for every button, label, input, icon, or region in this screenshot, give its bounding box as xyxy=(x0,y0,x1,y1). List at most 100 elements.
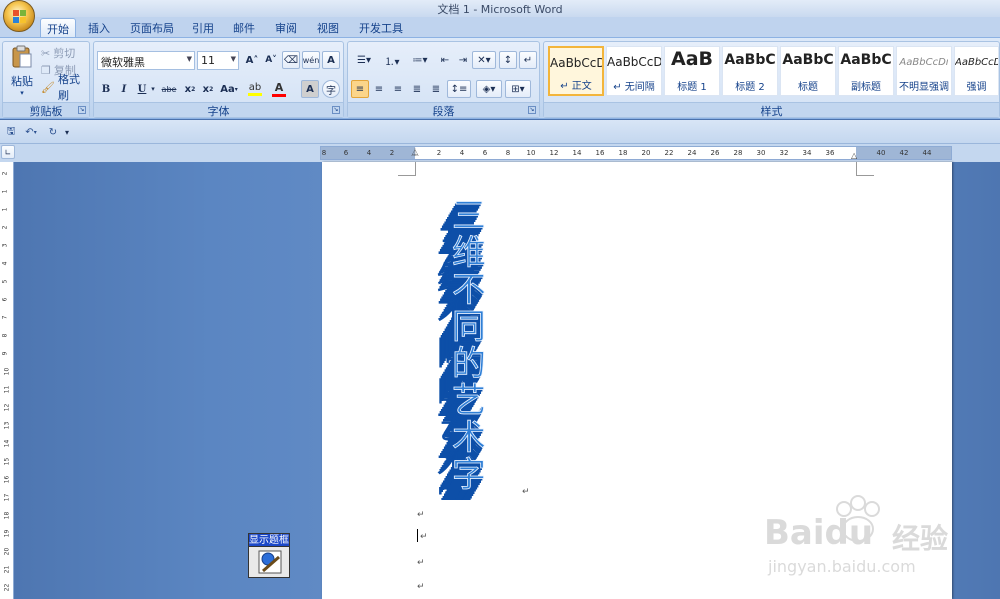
horizontal-ruler[interactable]: ⏅ △ 8 6 4 2 2 4 6 8 10 12 14 16 18 20 22 24 26 28 30 32 34 36… xyxy=(320,146,952,160)
ruler-indent-marker[interactable]: ⏅ xyxy=(411,147,419,158)
tab-selector-button[interactable]: ∟ xyxy=(1,145,15,159)
bullets-button[interactable]: ☰▾ xyxy=(351,51,377,69)
superscript-button[interactable]: x2 xyxy=(199,80,217,98)
chevron-down-icon: ▾ xyxy=(151,85,155,93)
bold-button[interactable]: B xyxy=(97,80,115,98)
ruler-number: 4 xyxy=(366,149,372,157)
character-border-button[interactable]: A xyxy=(322,51,340,69)
numbering-button[interactable]: ⒈▾ xyxy=(379,51,405,69)
ribbon: 粘贴 ▾ ✂ 剪切 ❐ 复制 🖌 格式刷 剪贴板 ↘ 微软雅黑 ▼ 11 ▼ A… xyxy=(0,37,1000,119)
dialog-launcher-icon[interactable]: ↘ xyxy=(528,106,536,114)
wordart-character: 不 xyxy=(452,270,486,310)
ruler-number: 28 xyxy=(733,149,743,157)
style-title[interactable]: AaBbC 标题 xyxy=(780,46,836,96)
change-case-button[interactable]: Aa ▾ xyxy=(218,80,240,98)
character-shading-button[interactable]: A xyxy=(301,80,319,98)
grow-font-button[interactable]: A˄ xyxy=(243,51,261,69)
tab-insert[interactable]: 插入 xyxy=(82,18,116,37)
wordart-character: 维 xyxy=(452,233,486,273)
increase-indent-button[interactable]: ⇥ xyxy=(454,51,472,69)
borders-button[interactable]: ⊞▾ xyxy=(505,80,531,98)
align-right-button[interactable]: ≡ xyxy=(389,80,407,98)
paste-button[interactable]: 粘贴 ▾ xyxy=(9,45,35,101)
style-heading-2[interactable]: AaBbC 标题 2 xyxy=(722,46,778,96)
strikethrough-button[interactable]: abe xyxy=(159,80,179,98)
ruler-number: 8 xyxy=(321,149,327,157)
enclose-characters-button[interactable]: 字 xyxy=(322,80,340,98)
bullet-list-icon: ☰▾ xyxy=(357,54,371,66)
customize-toolbar-button[interactable]: ▾ xyxy=(62,123,72,141)
wordart-3d-text[interactable]: 三三三三三三三三三三三三维维维维维维维维维维维维不不不不不不不不不不不不同同同同… xyxy=(410,195,500,500)
style-sample: AaBbCcDı xyxy=(955,57,998,68)
tab-review[interactable]: 审阅 xyxy=(269,18,303,37)
shading-button[interactable]: ◈▾ xyxy=(476,80,502,98)
line-spacing-button[interactable]: ↕≡ xyxy=(447,80,471,98)
line-spacing-icon: ↕≡ xyxy=(450,83,468,95)
multilevel-list-button[interactable]: ≔▾ xyxy=(407,51,433,69)
tab-developer[interactable]: 开发工具 xyxy=(353,18,409,37)
sort-icon: ↕ xyxy=(503,54,513,66)
decrease-indent-button[interactable]: ⇤ xyxy=(436,51,454,69)
style-subtitle[interactable]: AaBbC 副标题 xyxy=(838,46,894,96)
ruler-number: 30 xyxy=(756,149,766,157)
style-heading-1[interactable]: AaB 标题 1 xyxy=(664,46,720,96)
dialog-launcher-icon[interactable]: ↘ xyxy=(78,106,86,114)
chinese-layout-button[interactable]: ✕▾ xyxy=(472,51,496,69)
phonetic-guide-button[interactable]: wén xyxy=(302,51,320,69)
tab-page-layout[interactable]: 页面布局 xyxy=(124,18,180,37)
font-name-dropdown[interactable]: 微软雅黑 ▼ xyxy=(97,51,195,70)
vertical-ruler[interactable]: 2 1 1 2 3 4 5 6 7 8 9 10 11 12 13 14 15 16 17 18 19 20 21 22 xyxy=(0,162,14,599)
shrink-font-button[interactable]: A˅ xyxy=(262,51,280,69)
ruler-number: 18 xyxy=(3,511,11,520)
chevron-down-icon: ▾ xyxy=(234,85,238,93)
distributed-icon: ≣ xyxy=(431,83,441,95)
sort-button[interactable]: ↕ xyxy=(499,51,517,69)
justify-button[interactable]: ≣ xyxy=(408,80,426,98)
ruler-number: 36 xyxy=(825,149,835,157)
style-no-spacing[interactable]: AaBbCcD ↵ 无间隔 xyxy=(606,46,662,96)
wordart-character: 三 xyxy=(452,196,486,236)
style-sample: AaBbC xyxy=(782,52,834,68)
margin-corner-mark xyxy=(856,162,874,176)
style-emphasis[interactable]: AaBbCcDı 强调 xyxy=(954,46,999,96)
save-button[interactable]: 🖫 xyxy=(2,123,20,141)
align-center-button[interactable]: ≡ xyxy=(370,80,388,98)
italic-button[interactable]: I xyxy=(115,80,133,98)
chevron-down-icon: ▾ xyxy=(20,89,24,97)
distributed-button[interactable]: ≣ xyxy=(427,80,445,98)
style-normal[interactable]: AaBbCcD ↵ 正文 xyxy=(548,46,604,96)
cut-button[interactable]: ✂ 剪切 xyxy=(41,45,75,61)
tab-view[interactable]: 视图 xyxy=(311,18,345,37)
ruler-number: 2 xyxy=(436,149,442,157)
align-left-button[interactable]: ≡ xyxy=(351,80,369,98)
text-highlight-button[interactable]: ab xyxy=(244,80,266,98)
tab-references[interactable]: 引用 xyxy=(186,18,220,37)
format-painter-button[interactable]: 🖌 格式刷 xyxy=(41,73,89,102)
show-textbox-button[interactable]: 显示题框 xyxy=(248,533,290,578)
underline-dropdown[interactable]: ▾ xyxy=(149,80,157,98)
paragraph-mark: ↵ xyxy=(417,582,425,592)
style-sample: AaBbCcD xyxy=(607,55,661,69)
tab-home[interactable]: 开始 xyxy=(40,18,76,37)
ruler-number: 2 xyxy=(1,171,9,176)
paragraph-mark: ↵ xyxy=(522,487,530,497)
font-size-dropdown[interactable]: 11 ▼ xyxy=(197,51,239,70)
watermark-brand-cn: 经验 xyxy=(892,522,949,555)
ruler-number: 19 xyxy=(3,529,11,538)
style-sample: AaB xyxy=(670,48,713,70)
horizontal-ruler-row: ∟ ⏅ △ 8 6 4 2 2 4 6 8 10 12 14 16 18 20 22 24 26 28 30 32 34… xyxy=(0,144,1000,162)
undo-button[interactable]: ↶ ▾ xyxy=(20,123,42,141)
ruler-right-indent-marker[interactable]: △ xyxy=(851,151,857,160)
eraser-icon: ⌫ xyxy=(283,54,299,66)
dialog-launcher-icon[interactable]: ↘ xyxy=(332,106,340,114)
borders-icon: ⊞▾ xyxy=(511,83,525,95)
subscript-button[interactable]: x2 xyxy=(181,80,199,98)
office-button[interactable] xyxy=(3,0,35,32)
style-subtle-emphasis[interactable]: AaBbCcDı 不明显强调 xyxy=(896,46,952,96)
redo-button[interactable]: ↻ xyxy=(44,123,62,141)
font-color-button[interactable]: A xyxy=(268,80,290,98)
tab-mailings[interactable]: 邮件 xyxy=(227,18,261,37)
clear-formatting-button[interactable]: ⌫ xyxy=(282,51,300,69)
align-right-icon: ≡ xyxy=(393,83,403,95)
show-marks-button[interactable]: ↵ xyxy=(519,51,537,69)
